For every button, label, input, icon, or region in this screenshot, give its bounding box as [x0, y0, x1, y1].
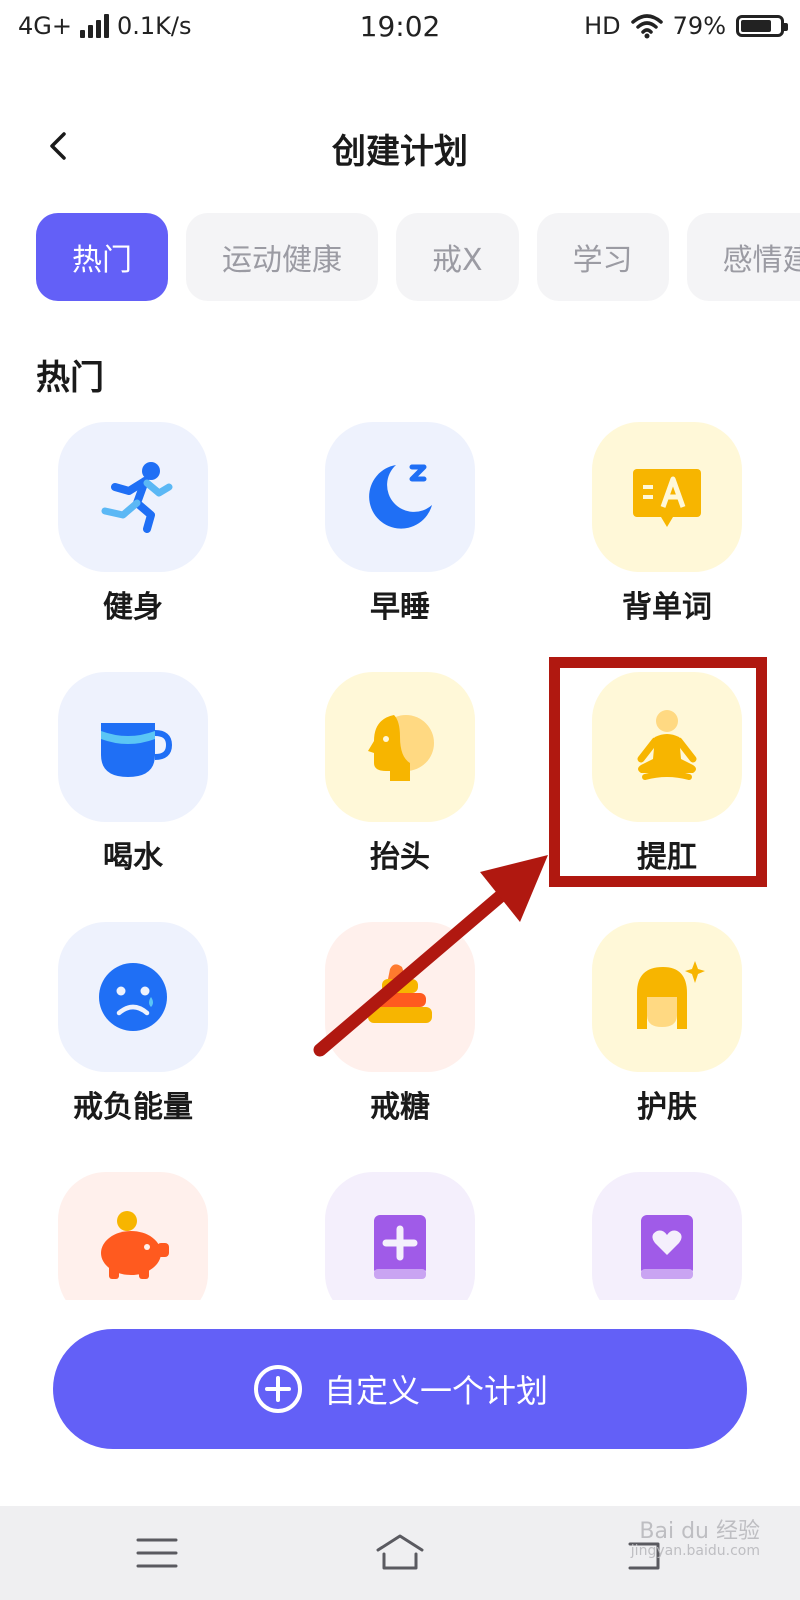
plan-label: 背单词	[622, 590, 712, 625]
vocabulary-card-icon	[633, 469, 701, 527]
tab-study[interactable]: 学习	[536, 213, 669, 301]
watermark-sub: jingyan.baidu.com	[630, 1543, 760, 1560]
plan-item-quit-sugar[interactable]: 戒糖	[300, 922, 500, 1142]
plan-tile	[325, 922, 475, 1072]
hd-indicator: HD	[584, 12, 621, 40]
page-title: 创建计划	[332, 132, 468, 172]
plan-tile	[325, 422, 475, 572]
love-book-icon	[641, 1215, 693, 1279]
plan-label: 喝水	[103, 840, 163, 875]
plan-grid: 健身 早睡 背单词 喝水 抬头 提肛 戒负能量 戒糖 护肤	[0, 420, 800, 1300]
piggy-bank-icon	[101, 1211, 169, 1279]
plan-label: 护肤	[637, 1090, 697, 1125]
plan-label: 戒负能量	[73, 1090, 193, 1125]
plan-tile	[325, 672, 475, 822]
moon-sleep-icon	[369, 464, 432, 529]
plan-tile	[58, 1172, 208, 1300]
watermark: Bai du 经验 jingyan.baidu.com	[630, 1519, 760, 1560]
plan-label: 健身	[103, 590, 163, 625]
plan-tile	[592, 1172, 742, 1300]
plan-item-love-book[interactable]	[567, 1172, 767, 1300]
plan-item-head-up[interactable]: 抬头	[300, 672, 500, 892]
water-cup-icon	[101, 723, 173, 777]
plan-tile	[592, 672, 742, 822]
plan-label: 早睡	[370, 590, 430, 625]
plan-item-medical-book[interactable]	[300, 1172, 500, 1300]
plan-label: 戒糖	[370, 1090, 430, 1125]
plan-item-skincare[interactable]: 护肤	[567, 922, 767, 1142]
plan-item-vocabulary[interactable]: 背单词	[567, 422, 767, 642]
plan-tile	[58, 672, 208, 822]
tab-quit-x[interactable]: 戒X	[396, 213, 519, 301]
plan-item-quit-negativity[interactable]: 戒负能量	[33, 922, 233, 1142]
medical-book-icon	[374, 1215, 426, 1279]
home-button[interactable]	[372, 1530, 424, 1576]
status-bar: 4G+ 0.1K/s 19:02 HD 79%	[0, 0, 800, 56]
wifi-icon	[630, 14, 663, 39]
category-tabs: 热门 运动健康 戒X 学习 感情建	[36, 213, 800, 301]
cake-icon	[368, 964, 432, 1023]
section-title: 热门	[36, 358, 104, 398]
tab-hot[interactable]: 热门	[36, 213, 168, 301]
tab-relationship[interactable]: 感情建	[686, 213, 800, 301]
home-icon	[376, 1534, 424, 1570]
plan-tile	[58, 422, 208, 572]
plan-tile	[325, 1172, 475, 1300]
status-right: HD 79%	[584, 12, 788, 40]
plan-tile	[58, 922, 208, 1072]
menu-button[interactable]	[132, 1530, 182, 1576]
header: 创建计划	[0, 110, 800, 190]
custom-plan-label: 自定义一个计划	[323, 1372, 548, 1410]
meditation-icon	[637, 710, 697, 780]
custom-plan-button[interactable]: 自定义一个计划	[53, 1329, 747, 1449]
battery-icon	[736, 15, 788, 37]
head-up-icon	[368, 715, 434, 781]
running-man-icon	[101, 462, 173, 533]
tab-sports-health[interactable]: 运动健康	[186, 213, 378, 301]
plan-item-saving[interactable]	[33, 1172, 233, 1300]
battery-percent: 79%	[672, 12, 726, 40]
plan-tile	[592, 422, 742, 572]
plan-item-drink-water[interactable]: 喝水	[33, 672, 233, 892]
plan-item-early-sleep[interactable]: 早睡	[300, 422, 500, 642]
menu-icon	[136, 1538, 178, 1568]
plus-circle-icon	[253, 1365, 302, 1413]
plan-item-fitness[interactable]: 健身	[33, 422, 233, 642]
plan-label: 提肛	[637, 840, 697, 875]
plan-tile	[592, 922, 742, 1072]
watermark-text: Bai du 经验	[639, 1519, 760, 1544]
skincare-face-icon	[637, 961, 705, 1029]
plan-item-kegel[interactable]: 提肛	[567, 672, 767, 892]
sad-face-icon	[99, 963, 167, 1031]
plan-label: 抬头	[370, 840, 430, 875]
